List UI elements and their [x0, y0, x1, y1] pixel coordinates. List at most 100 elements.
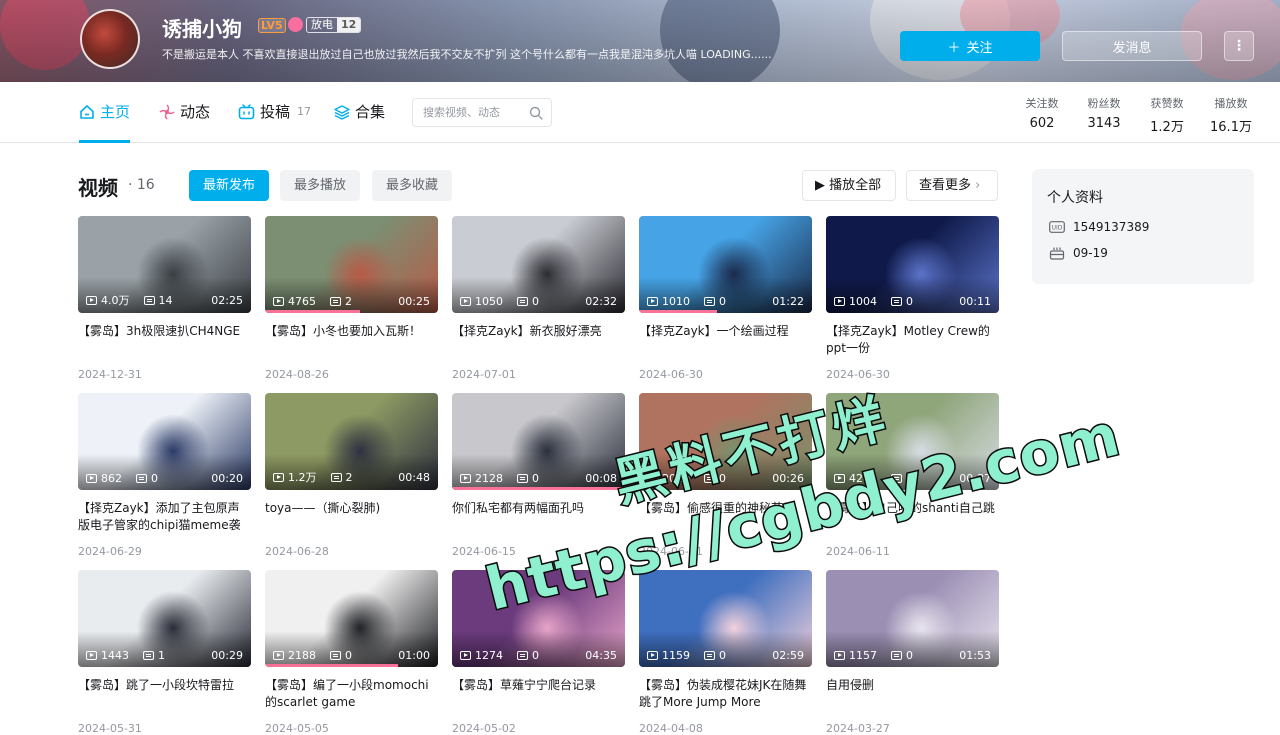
video-title[interactable]: 【雾岛】3h极限速扒CH4NGE [78, 323, 251, 357]
video-title[interactable]: 【雾岛】编了一小段momochi的scarlet game [265, 677, 438, 711]
stat-likes: 获赞数 1.2万 [1147, 95, 1187, 135]
search-input[interactable] [413, 99, 523, 126]
see-more-button[interactable]: 查看更多 › [906, 170, 998, 201]
video-card[interactable]: 4765 2 00:25 【雾岛】小冬也要加入瓦斯！ 2024-08-26 [265, 216, 438, 381]
video-date: 2024-06-30 [639, 368, 703, 381]
video-stats: 4.0万 14 02:25 [86, 292, 243, 308]
stat-following[interactable]: 关注数 602 [1022, 95, 1062, 131]
video-title[interactable]: toya——（撕心裂肺) [265, 500, 438, 534]
video-thumbnail[interactable]: 1010 0 01:22 [639, 216, 812, 313]
video-title[interactable]: 【雾岛】自己唱的shanti自己跳 [826, 500, 999, 534]
video-title[interactable]: 【择克Zayk】新衣服好漂亮 [452, 323, 625, 357]
video-stats: 1010 0 01:22 [647, 295, 804, 308]
video-card[interactable]: 1050 0 02:32 【择克Zayk】新衣服好漂亮 2024-07-01 [452, 216, 625, 381]
play-count-icon [647, 474, 658, 483]
video-thumbnail[interactable]: 2188 0 01:00 [265, 570, 438, 667]
chevron-right-icon: › [975, 178, 981, 193]
search-icon[interactable] [529, 106, 543, 120]
danmaku-icon [143, 295, 155, 305]
video-card[interactable]: 1157 0 01:53 自用侵删 2024-03-27 [826, 570, 999, 735]
birthday-row: 09-19 [1049, 246, 1108, 260]
tab-home[interactable]: 主页 [79, 101, 131, 143]
filter-most-favorited[interactable]: 最多收藏 [372, 170, 453, 201]
play-count-icon [647, 297, 658, 306]
tab-label: 合集 [355, 103, 386, 121]
watch-progress-bar [452, 487, 625, 490]
video-duration: 00:11 [959, 295, 991, 308]
danmaku-icon [891, 297, 902, 306]
play-count: 1443 [101, 649, 129, 662]
video-duration: 00:48 [398, 470, 430, 484]
avatar[interactable] [80, 9, 140, 69]
video-card[interactable]: 1010 0 01:22 【择克Zayk】一个绘画过程 2024-06-30 [639, 216, 812, 381]
video-title[interactable]: 自用侵删 [826, 677, 999, 711]
medal-name: 放电 [311, 18, 333, 31]
video-title[interactable]: 【雾岛】草薙宁宁爬台记录 [452, 677, 625, 711]
video-card[interactable]: 1274 0 04:35 【雾岛】草薙宁宁爬台记录 2024-05-02 [452, 570, 625, 735]
video-thumbnail[interactable]: 1443 1 00:29 [78, 570, 251, 667]
video-stats: 1274 0 04:35 [460, 649, 617, 662]
video-title[interactable]: 【雾岛】小冬也要加入瓦斯！ [265, 323, 438, 357]
uid-row: UID 1549137389 [1049, 220, 1149, 234]
uid-value[interactable]: 1549137389 [1073, 220, 1149, 234]
video-thumbnail[interactable]: 2019 0 00:26 [639, 393, 812, 490]
tab-collections[interactable]: 合集 [334, 101, 385, 122]
video-thumbnail[interactable]: 1157 0 01:53 [826, 570, 999, 667]
video-card[interactable]: 1.2万 2 00:48 toya——（撕心裂肺) 2024-06-28 [265, 393, 438, 558]
video-date: 2024-06-11 [639, 545, 703, 558]
video-thumbnail[interactable]: 1.2万 2 00:48 [265, 393, 438, 490]
section-count: · 16 [128, 177, 155, 193]
more-options-button[interactable]: ⋮ [1224, 31, 1254, 61]
video-title[interactable]: 【择克Zayk】一个绘画过程 [639, 323, 812, 357]
video-card[interactable]: 2128 0 00:08 你们私宅都有两幅面孔吗 2024-06-15 [452, 393, 625, 558]
video-duration: 00:08 [585, 472, 617, 485]
video-card[interactable]: 2019 0 00:26 【雾岛】偷感很重的神秘节目 2024-06-11 [639, 393, 812, 558]
play-all-button[interactable]: ▶ 播放全部 [802, 170, 896, 201]
search-box[interactable] [412, 98, 552, 127]
stat-label: 播放数 [1214, 97, 1248, 110]
video-card[interactable]: 862 0 00:20 【择克Zayk】添加了主包原声版电子管家的chipi猫m… [78, 393, 251, 558]
stat-followers[interactable]: 粉丝数 3143 [1084, 95, 1124, 131]
video-title[interactable]: 【雾岛】伪装成樱花妹JK在随舞跳了More Jump More [639, 677, 812, 711]
filter-newest[interactable]: 最新发布 [189, 170, 270, 201]
profile-nav: 主页 动态 投稿 17 合集 关注数 602 粉丝数 3143 获赞数 1.2万… [0, 82, 1280, 143]
uid-icon: UID [1049, 221, 1065, 233]
video-card[interactable]: 4.0万 14 02:25 【雾岛】3h极限速扒CH4NGE 2024-12-3… [78, 216, 251, 381]
video-card[interactable]: 1443 1 00:29 【雾岛】跳了一小段坎特雷拉 2024-05-31 [78, 570, 251, 735]
video-card[interactable]: 1004 0 00:11 【择克Zayk】Motley Crew的ppt一份 2… [826, 216, 999, 381]
danmaku-icon [517, 474, 528, 483]
video-thumbnail[interactable]: 1004 0 00:11 [826, 216, 999, 313]
video-thumbnail[interactable]: 2128 0 00:08 [452, 393, 625, 490]
video-thumbnail[interactable]: 1274 0 04:35 [452, 570, 625, 667]
video-date: 2024-06-28 [265, 545, 329, 558]
video-thumbnail[interactable]: 1159 0 02:59 [639, 570, 812, 667]
tab-label: 投稿 [260, 103, 291, 121]
message-button[interactable]: 发消息 [1062, 31, 1202, 61]
video-title[interactable]: 【择克Zayk】添加了主包原声版电子管家的chipi猫meme袭来 [78, 500, 251, 534]
play-count-icon [647, 651, 658, 660]
video-stats: 2188 0 01:00 [273, 649, 430, 662]
dynamic-icon [159, 103, 175, 120]
play-count: 1.2万 [288, 471, 317, 484]
video-thumbnail[interactable]: 4.0万 14 02:25 [78, 216, 251, 313]
video-title[interactable]: 你们私宅都有两幅面孔吗 [452, 500, 625, 534]
video-title[interactable]: 【择克Zayk】Motley Crew的ppt一份 [826, 323, 999, 357]
video-card[interactable]: 1159 0 02:59 【雾岛】伪装成樱花妹JK在随舞跳了More Jump … [639, 570, 812, 735]
filter-most-played[interactable]: 最多播放 [280, 170, 361, 201]
video-thumbnail[interactable]: 862 0 00:20 [78, 393, 251, 490]
video-title[interactable]: 【雾岛】偷感很重的神秘节目 [639, 500, 812, 534]
video-date: 2024-06-11 [826, 545, 890, 558]
video-thumbnail[interactable]: 4765 2 00:25 [265, 216, 438, 313]
tab-uploads[interactable]: 投稿 17 [238, 101, 311, 122]
fan-medal[interactable]: 放电 12 [306, 17, 362, 33]
video-card[interactable]: 2188 0 01:00 【雾岛】编了一小段momochi的scarlet ga… [265, 570, 438, 735]
video-duration: 00:26 [772, 472, 804, 485]
video-thumbnail[interactable]: 1050 0 02:32 [452, 216, 625, 313]
follow-button[interactable]: ＋ 关注 [900, 31, 1040, 61]
tab-dynamic[interactable]: 动态 [159, 101, 210, 122]
play-count-icon [834, 474, 845, 483]
video-card[interactable]: 4241 0 00:37 【雾岛】自己唱的shanti自己跳 2024-06-1… [826, 393, 999, 558]
video-title[interactable]: 【雾岛】跳了一小段坎特雷拉 [78, 677, 251, 711]
video-date: 2024-05-31 [78, 722, 142, 735]
video-thumbnail[interactable]: 4241 0 00:37 [826, 393, 999, 490]
